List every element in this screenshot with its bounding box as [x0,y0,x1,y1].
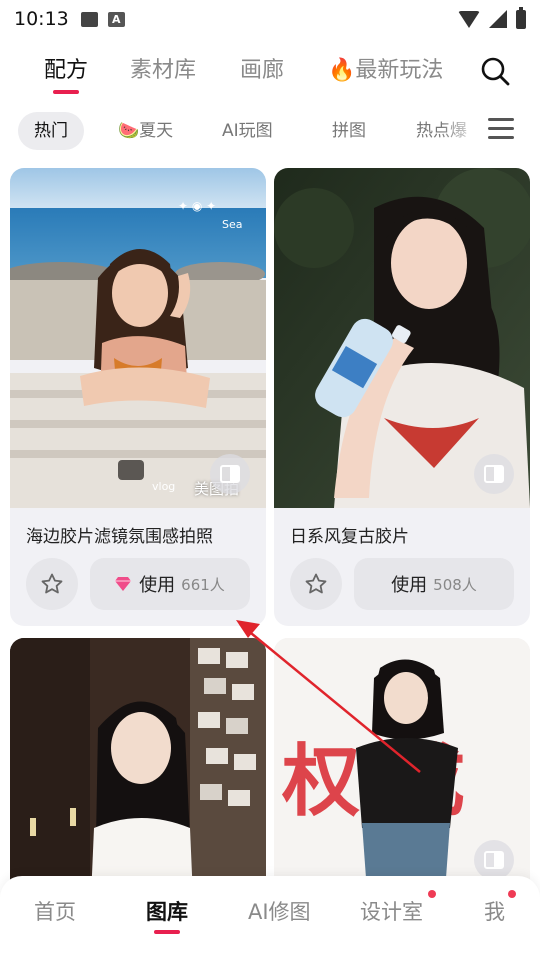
top-tabs: 配方 素材库 画廊 🔥最新玩法 [0,44,540,96]
gem-icon [115,577,132,591]
template-card[interactable]: 日系风复古胶片 使用 508人 [274,168,530,626]
tab-label: 🔥最新玩法 [328,58,444,83]
wifi-icon [458,10,480,28]
signal-icon [489,10,507,28]
nav-label: 图库 [146,900,188,924]
star-icon [305,573,327,594]
use-label: 使用 [391,575,428,596]
nav-label: AI修图 [248,900,311,924]
tab-gallery[interactable]: 画廊 [240,52,284,84]
card-title: 海边胶片滤镜氛围感拍照 [26,527,213,547]
compare-icon[interactable] [474,840,514,880]
status-time: 10:13 [14,8,69,30]
chip-collage[interactable]: 拼图 [332,112,366,150]
tab-label: 配方 [44,58,89,83]
favorite-button[interactable] [26,558,78,610]
status-bar: 10:13 A [0,0,540,38]
notification-dot [428,890,436,898]
tab-material-library[interactable]: 素材库 [130,52,196,84]
tab-label: 素材库 [130,58,197,83]
compare-icon[interactable] [210,454,250,494]
use-button[interactable]: 使用 661人 [90,558,250,610]
template-card[interactable]: ✦ ◉ ✦ Sea vlog 美图拍 海边胶片滤镜氛围感拍照 使用 661人 [10,168,266,626]
tab-new-ways[interactable]: 🔥最新玩法 [328,52,443,84]
use-count: 508人 [433,575,477,594]
card-title: 日系风复古胶片 [290,527,409,547]
card-photo[interactable] [274,168,530,508]
chip-hot[interactable]: 热门 [18,112,84,150]
chip-ai-play[interactable]: AI玩图 [222,112,273,150]
nav-me[interactable]: 我 [484,896,505,926]
search-icon[interactable] [480,56,510,86]
category-chips: 热门 🍉夏天 AI玩图 拼图 热点爆 [0,112,540,152]
tab-label: 画廊 [240,58,285,83]
tab-formula[interactable]: 配方 [44,52,89,94]
use-count: 661人 [181,575,225,594]
card-photo[interactable]: ✦ ◉ ✦ Sea vlog 美图拍 [10,168,266,508]
notification-dot [508,890,516,898]
use-label: 使用 [139,575,176,596]
nav-label: 设计室 [360,900,423,924]
use-button[interactable]: 使用 508人 [354,558,514,610]
nav-design-studio[interactable]: 设计室 [360,896,423,926]
photo-tag: Sea [222,218,243,231]
favorite-button[interactable] [290,558,342,610]
bottom-nav: 首页 图库 AI修图 设计室 我 [0,876,540,960]
chip-summer[interactable]: 🍉夏天 [118,112,173,150]
svg-text:✦ ◉ ✦: ✦ ◉ ✦ [178,199,216,213]
compare-icon[interactable] [474,454,514,494]
a-icon: A [107,11,125,27]
photo-tag-2: vlog [152,480,175,493]
menu-icon[interactable] [488,118,514,144]
chip-fade [440,112,484,152]
star-icon [41,573,63,594]
tab-active-indicator [53,90,79,94]
battery-icon [516,6,526,29]
nav-ai-retouch[interactable]: AI修图 [248,896,311,926]
nav-library[interactable]: 图库 [146,896,188,934]
nav-label: 首页 [34,900,76,924]
image-icon [80,11,98,27]
nav-active-indicator [154,930,180,934]
nav-home[interactable]: 首页 [34,896,76,926]
nav-label: 我 [484,900,505,924]
